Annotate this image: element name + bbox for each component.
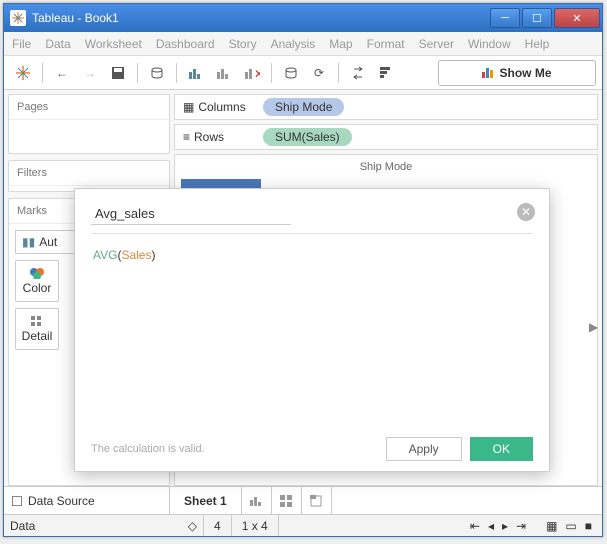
calc-formula-editor[interactable]: AVG(Sales) [91,233,533,431]
app-window: Tableau - Book1 ─ ☐ ✕ File Data Workshee… [3,3,603,537]
title-bar: Tableau - Book1 ─ ☐ ✕ [4,4,602,32]
new-dashboard-button[interactable] [272,487,302,514]
status-field-dropdown[interactable]: Data ◇ [4,515,204,536]
new-sheet-button[interactable] [183,60,209,86]
pages-shelf[interactable]: Pages [8,94,170,154]
sheet-tab[interactable]: Sheet 1 [170,487,242,514]
new-worksheet-button[interactable] [242,487,272,514]
save-button[interactable] [105,60,131,86]
expand-icon[interactable]: ▶ [589,320,599,336]
status-marks: 4 [204,515,232,536]
filmstrip-icon[interactable]: ▭ [563,519,578,533]
show-me-button[interactable]: Show Me [438,60,596,86]
rows-label: Rows [194,130,224,144]
new-story-button[interactable] [302,487,332,514]
pages-label: Pages [9,95,169,120]
calc-status: The calculation is valid. [91,443,378,455]
rows-shelf[interactable]: ≡ Rows SUM(Sales) [174,124,598,150]
status-dims: 1 x 4 [232,515,279,536]
duplicate-button[interactable] [211,60,237,86]
detail-icon [30,315,44,327]
last-icon[interactable]: ⇥ [514,519,528,533]
close-button[interactable]: ✕ [554,8,600,28]
tableau-logo-icon [10,10,26,26]
color-button[interactable]: Color [15,260,59,302]
slide-icon[interactable]: ■ [583,519,594,533]
menu-data[interactable]: Data [45,37,70,51]
bar-icon: ▮▮ [22,235,35,249]
datasource-icon [12,496,22,506]
sort-asc-button[interactable] [373,60,399,86]
datasource-button[interactable] [144,60,170,86]
filters-label: Filters [9,161,169,186]
menu-server[interactable]: Server [419,37,454,51]
menu-help[interactable]: Help [525,37,550,51]
dialog-close-icon[interactable]: ✕ [517,203,535,221]
next-icon[interactable]: ▸ [500,519,510,533]
mark-type-label: Aut [39,235,57,249]
menu-story[interactable]: Story [229,37,257,51]
toolbar: ← → ✕ ⟳ Show Me [4,56,602,90]
data-source-tab[interactable]: Data Source [4,487,170,514]
svg-text:✕: ✕ [254,67,260,80]
forward-button[interactable]: → [77,60,103,86]
bar-chart-icon [482,68,493,78]
detail-button[interactable]: Detail [15,308,59,350]
first-icon[interactable]: ⇤ [468,519,482,533]
dropdown-icon: ◇ [188,519,197,533]
minimize-button[interactable]: ─ [490,8,520,28]
menu-dashboard[interactable]: Dashboard [156,37,215,51]
formula-field: Sales [121,248,151,262]
sheet-tabs: Data Source Sheet 1 [4,486,602,514]
menu-file[interactable]: File [12,37,31,51]
prev-icon[interactable]: ◂ [486,519,496,533]
grid-view-icon[interactable]: ▦ [544,519,559,533]
nav-buttons: ⇤ ◂ ▸ ⇥ ▦ ▭ ■ [460,519,602,533]
maximize-button[interactable]: ☐ [522,8,552,28]
calc-name-input[interactable] [91,203,291,225]
status-bar: Data ◇ 4 1 x 4 ⇤ ◂ ▸ ⇥ ▦ ▭ ■ [4,514,602,536]
menu-window[interactable]: Window [468,37,511,51]
columns-icon: ▦ [183,100,194,114]
show-me-label: Show Me [499,66,551,80]
ok-button[interactable]: OK [470,437,533,461]
swap-button[interactable] [345,60,371,86]
autoupdate-button[interactable] [278,60,304,86]
menu-worksheet[interactable]: Worksheet [85,37,142,51]
columns-label: Columns [198,100,245,114]
calculated-field-dialog: ✕ AVG(Sales) The calculation is valid. A… [74,188,550,472]
window-title: Tableau - Book1 [32,11,490,25]
columns-shelf[interactable]: ▦ Columns Ship Mode [174,94,598,120]
tableau-icon[interactable] [10,60,36,86]
back-button[interactable]: ← [49,60,75,86]
apply-button[interactable]: Apply [386,437,462,461]
columns-pill[interactable]: Ship Mode [263,98,344,116]
menu-map[interactable]: Map [329,37,352,51]
clear-button[interactable]: ✕ [239,60,265,86]
menu-format[interactable]: Format [367,37,405,51]
menu-analysis[interactable]: Analysis [271,37,316,51]
refresh-button[interactable]: ⟳ [306,60,332,86]
menu-bar: File Data Worksheet Dashboard Story Anal… [4,32,602,56]
rows-icon: ≡ [183,130,190,144]
formula-function: AVG [93,248,117,262]
viz-header: Ship Mode [175,155,597,179]
palette-icon [29,267,45,279]
workspace: Pages Filters Marks ▮▮ Aut Color [4,90,602,486]
rows-pill[interactable]: SUM(Sales) [263,128,352,146]
